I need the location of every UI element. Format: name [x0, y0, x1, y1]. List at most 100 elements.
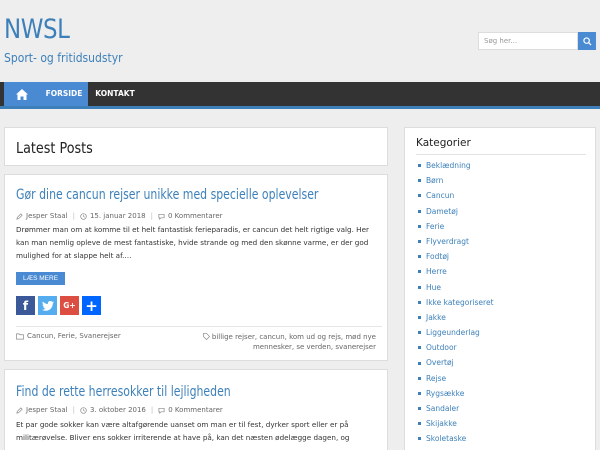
site-header: NWSL Sport- og fritidsudstyr	[0, 0, 600, 82]
category-label: Herre	[426, 267, 447, 277]
category-item[interactable]: Overtøj	[418, 355, 494, 370]
post-author[interactable]: Jesper Staal	[26, 406, 68, 414]
post-divider	[16, 326, 382, 327]
post-comments[interactable]: 0 Kommentarer	[168, 406, 223, 414]
main-nav: FORSIDE KONTAKT	[0, 82, 600, 109]
clock-icon	[80, 406, 87, 414]
post-categories: Cancun, Ferie, Svanerejser	[16, 332, 121, 340]
category-label: Rygsække	[426, 388, 465, 398]
category-item[interactable]: Skoletaske	[418, 431, 494, 446]
post-date[interactable]: 3. oktober 2016	[90, 406, 146, 414]
bullet-icon	[418, 376, 421, 380]
category-label: Rejse	[426, 373, 447, 383]
category-item[interactable]: Herre	[418, 264, 494, 279]
bullet-icon	[418, 331, 421, 335]
folder-icon	[16, 333, 24, 339]
category-item[interactable]: Cancun	[418, 188, 494, 203]
latest-posts-header: Latest Posts	[4, 127, 388, 166]
category-label: Børn	[426, 176, 444, 186]
category-item[interactable]: Hue	[418, 280, 494, 295]
post-tags: billige rejser, cancun, kom ud og rejs, …	[186, 332, 376, 352]
post-tags-list[interactable]: billige rejser, cancun, kom ud og rejs, …	[212, 333, 376, 351]
share-more-button[interactable]: +	[82, 296, 101, 315]
category-item[interactable]: Dametøj	[418, 204, 494, 219]
post-comments[interactable]: 0 Kommentarer	[168, 212, 223, 220]
bullet-icon	[418, 224, 421, 228]
nav-item-forside[interactable]: FORSIDE	[40, 82, 88, 106]
category-item[interactable]: Liggeunderlag	[418, 325, 494, 340]
bullet-icon	[418, 361, 421, 365]
post-categories-list[interactable]: Cancun, Ferie, Svanerejser	[27, 332, 121, 340]
tag-icon	[202, 333, 210, 341]
bullet-icon	[418, 270, 421, 274]
category-label: Sandaler	[426, 404, 460, 413]
bullet-icon	[418, 391, 421, 395]
bullet-icon	[418, 164, 421, 168]
post-excerpt: Et par gode sokker kan være altafgørende…	[16, 420, 350, 442]
bullet-icon	[418, 346, 421, 350]
category-label: Jakke	[426, 312, 446, 322]
meta-separator: |	[72, 406, 75, 414]
category-label: Flyverdragt	[426, 236, 469, 246]
bullet-icon	[418, 255, 421, 259]
category-label: Liggeunderlag	[426, 328, 480, 338]
category-label: Overtøj	[426, 358, 454, 368]
comment-icon	[158, 213, 165, 220]
category-item[interactable]: Beklædning	[418, 158, 494, 173]
category-label: Beklædning	[426, 161, 471, 170]
search-button[interactable]	[578, 32, 596, 50]
category-item[interactable]: Rygsække	[418, 386, 494, 401]
nav-home-button[interactable]	[4, 82, 40, 106]
category-item[interactable]: Flyverdragt	[418, 234, 494, 249]
category-label: Skoletaske	[426, 434, 467, 444]
comment-icon	[158, 407, 165, 414]
category-item[interactable]: Ikke kategoriseret	[418, 295, 494, 310]
home-icon	[16, 88, 28, 100]
category-item[interactable]: Skijakke	[418, 416, 494, 431]
category-label: Outdoor	[426, 343, 457, 353]
category-item[interactable]: Sandaler	[418, 401, 494, 416]
site-tagline: Sport- og fritidsudstyr	[4, 51, 123, 65]
google-plus-share-button[interactable]: G+	[60, 296, 79, 315]
meta-separator: |	[150, 212, 153, 220]
post-title[interactable]: Gør dine cancun rejser unikke med specie…	[16, 187, 318, 203]
bullet-icon	[418, 315, 421, 319]
post-author[interactable]: Jesper Staal	[26, 212, 68, 220]
nav-item-kontakt[interactable]: KONTAKT	[88, 82, 142, 106]
clock-icon	[80, 212, 87, 220]
category-item[interactable]: Børn	[418, 173, 494, 188]
search-input[interactable]	[478, 32, 578, 50]
sidebar-title-divider	[416, 154, 586, 155]
share-buttons: f G+ +	[16, 296, 101, 315]
pencil-icon	[16, 212, 23, 220]
search-form	[478, 32, 596, 50]
twitter-icon	[41, 300, 54, 311]
meta-separator: |	[72, 212, 75, 220]
sidebar-categories: Kategorier Beklædning Børn Cancun Dametøj Fe…	[404, 127, 596, 450]
bullet-icon	[418, 422, 421, 426]
bullet-icon	[418, 437, 421, 441]
post-excerpt: Drømmer man om at komme til et helt fant…	[16, 225, 369, 260]
site-title[interactable]: NWSL	[4, 14, 70, 45]
category-label: Fodtøj	[426, 252, 450, 262]
facebook-share-button[interactable]: f	[16, 296, 35, 315]
category-item[interactable]: Jakke	[418, 310, 494, 325]
category-item[interactable]: Outdoor	[418, 340, 494, 355]
post-card: Find de rette herresokker til lejlighede…	[4, 369, 388, 450]
category-item[interactable]: Ferie	[418, 219, 494, 234]
category-item[interactable]: Fodtøj	[418, 249, 494, 264]
bullet-icon	[418, 209, 421, 213]
post-date[interactable]: 15. januar 2018	[90, 212, 146, 220]
category-label: Hue	[426, 282, 442, 292]
read-more-button[interactable]: LÆS MERE	[16, 272, 66, 285]
bullet-icon	[418, 285, 421, 289]
facebook-icon: f	[22, 298, 29, 313]
bullet-icon	[418, 407, 421, 411]
twitter-share-button[interactable]	[38, 296, 57, 315]
post-title[interactable]: Find de rette herresokker til lejlighede…	[16, 384, 231, 400]
bullet-icon	[418, 179, 421, 183]
post-meta: Jesper Staal | 3. oktober 2016 | 0 Komme…	[16, 406, 223, 414]
google-plus-icon: G+	[63, 301, 76, 310]
category-label: Ikke kategoriseret	[426, 297, 494, 307]
category-item[interactable]: Rejse	[418, 371, 494, 386]
